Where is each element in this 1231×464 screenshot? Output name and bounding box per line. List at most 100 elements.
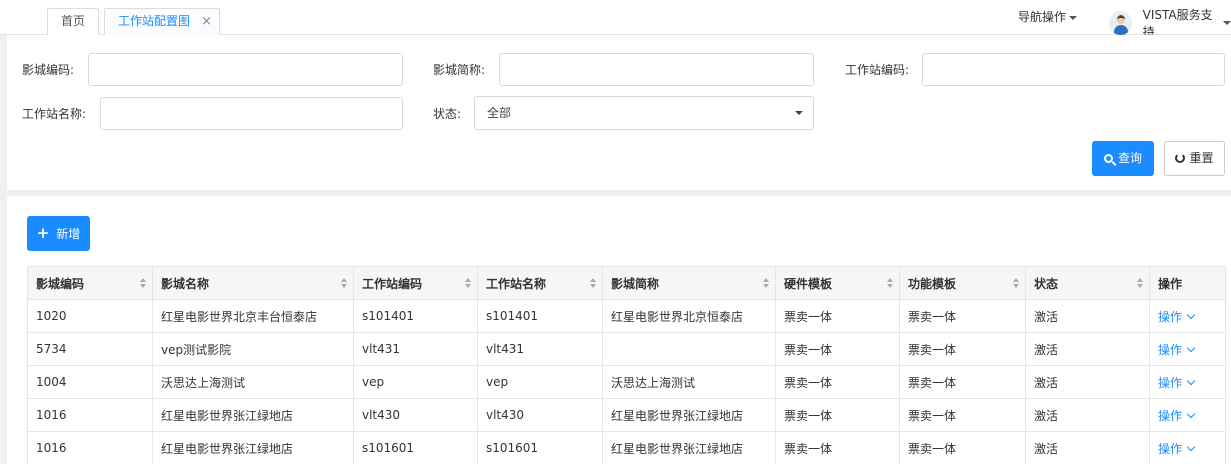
query-button[interactable]: 查询 <box>1092 141 1154 176</box>
column-header[interactable]: 影城简称 <box>602 266 776 300</box>
table-cell: 票卖一体 <box>899 398 1026 432</box>
table-header-row: 影城编码 影城名称 工作站编码 工作站名称 影城简称 硬件模板 功能模板 状态 … <box>27 266 1226 300</box>
top-tab-bar: 首页 工作站配置图 × 导航操作 VISTA服务支持 <box>0 0 1231 39</box>
status-select[interactable]: 全部 <box>474 96 814 130</box>
table-cell: 操作 <box>1149 398 1226 432</box>
close-icon[interactable]: × <box>201 9 212 34</box>
table-cell: vlt430 <box>353 398 478 432</box>
tab-home[interactable]: 首页 <box>47 8 99 35</box>
table-cell: s101601 <box>477 431 603 464</box>
table-cell: 操作 <box>1149 365 1226 399</box>
table-row: 1004 沃思达上海测试 vep vep 沃思达上海测试 票卖一体 票卖一体 激… <box>27 365 1226 399</box>
cinema-code-input[interactable] <box>88 53 403 86</box>
sort-icon[interactable] <box>590 278 596 288</box>
table-cell: 票卖一体 <box>899 365 1026 399</box>
sort-icon[interactable] <box>341 278 347 288</box>
table-cell: 票卖一体 <box>775 398 900 432</box>
tab-station-config-label: 工作站配置图 <box>117 14 190 28</box>
sort-icon[interactable] <box>140 278 146 288</box>
sort-icon[interactable] <box>1013 278 1019 288</box>
add-button-label: 新增 <box>56 227 81 241</box>
table-cell: 5734 <box>27 332 153 366</box>
table-cell: 1004 <box>27 365 153 399</box>
table-cell: 红星电影世界张江绿地店 <box>602 398 776 432</box>
table-cell: 1016 <box>27 431 153 464</box>
tab-home-label: 首页 <box>60 14 85 28</box>
column-header: 操作 <box>1149 266 1226 300</box>
table-cell: 沃思达上海测试 <box>152 365 354 399</box>
status-label: 状态: <box>433 107 462 121</box>
table-cell: 红星电影世界张江绿地店 <box>152 398 354 432</box>
filter-panel: 影城编码: 影城简称: 工作站编码: 工作站名称: 状态: 全部 查询 重置 <box>7 35 1231 190</box>
table-cell: 激活 <box>1025 431 1150 464</box>
table-cell: 票卖一体 <box>899 299 1026 333</box>
table-cell: 激活 <box>1025 332 1150 366</box>
table-cell: 激活 <box>1025 299 1150 333</box>
table-row: 1016 红星电影世界张江绿地店 vlt430 vlt430 红星电影世界张江绿… <box>27 398 1226 432</box>
cinema-code-label: 影城编码: <box>22 63 75 77</box>
table-cell: 激活 <box>1025 398 1150 432</box>
table-cell: 操作 <box>1149 431 1226 464</box>
nav-ops-dropdown[interactable]: 导航操作 <box>1018 8 1078 25</box>
sort-icon[interactable] <box>887 278 893 288</box>
cinema-short-label: 影城简称: <box>433 63 486 77</box>
nav-ops-label: 导航操作 <box>1018 10 1067 24</box>
caret-down-icon <box>795 111 803 115</box>
column-header[interactable]: 影城名称 <box>152 266 354 300</box>
table-cell: 1020 <box>27 299 153 333</box>
status-select-value: 全部 <box>487 106 512 120</box>
chevron-down-icon <box>1186 376 1196 385</box>
caret-down-icon <box>1223 21 1231 25</box>
table-cell: 票卖一体 <box>899 431 1026 464</box>
table-panel: + 新增 影城编码 影城名称 工作站编码 工作站名称 影城简称 硬件模板 功能模板… <box>7 196 1231 464</box>
cinema-short-input[interactable] <box>499 53 814 86</box>
table-cell: 红星电影世界张江绿地店 <box>152 431 354 464</box>
query-button-label: 查询 <box>1117 151 1142 165</box>
sort-icon[interactable] <box>465 278 471 288</box>
table-cell: s101401 <box>353 299 478 333</box>
station-name-input[interactable] <box>100 97 403 130</box>
chevron-down-icon <box>1186 310 1196 319</box>
column-header[interactable]: 影城编码 <box>27 266 153 300</box>
operate-dropdown[interactable]: 操作 <box>1158 376 1196 390</box>
table-cell: 操作 <box>1149 332 1226 366</box>
sort-icon[interactable] <box>1137 278 1143 288</box>
station-code-input[interactable] <box>922 53 1225 86</box>
table-cell: s101401 <box>477 299 603 333</box>
column-header[interactable]: 硬件模板 <box>775 266 900 300</box>
table-cell: 票卖一体 <box>775 332 900 366</box>
table-cell: 沃思达上海测试 <box>602 365 776 399</box>
table-cell: vlt431 <box>477 332 603 366</box>
operate-dropdown[interactable]: 操作 <box>1158 310 1196 324</box>
operate-dropdown[interactable]: 操作 <box>1158 343 1196 357</box>
reset-icon <box>1175 153 1186 163</box>
avatar <box>1109 11 1132 35</box>
sort-icon[interactable] <box>763 278 769 288</box>
search-icon <box>1103 154 1113 163</box>
table-cell: 1016 <box>27 398 153 432</box>
table-cell: 票卖一体 <box>775 299 900 333</box>
table-cell: 票卖一体 <box>775 431 900 464</box>
table-cell: vlt431 <box>353 332 478 366</box>
table-row: 5734 vep测试影院 vlt431 vlt431 票卖一体 票卖一体 激活 … <box>27 332 1226 366</box>
table-row: 1016 红星电影世界张江绿地店 s101601 s101601 红星电影世界张… <box>27 431 1226 464</box>
column-header[interactable]: 状态 <box>1025 266 1150 300</box>
table-row: 1020 红星电影世界北京丰台恒泰店 s101401 s101401 红星电影世… <box>27 299 1226 333</box>
operate-dropdown[interactable]: 操作 <box>1158 409 1196 423</box>
table-cell: 操作 <box>1149 299 1226 333</box>
reset-button[interactable]: 重置 <box>1164 141 1225 176</box>
chevron-down-icon <box>1186 409 1196 418</box>
table-cell <box>602 332 776 366</box>
column-header[interactable]: 功能模板 <box>899 266 1026 300</box>
caret-down-icon <box>1069 15 1078 20</box>
table-cell: 票卖一体 <box>775 365 900 399</box>
add-button[interactable]: + 新增 <box>27 216 90 251</box>
chevron-down-icon <box>1186 442 1196 451</box>
table-cell: vep <box>477 365 603 399</box>
operate-dropdown[interactable]: 操作 <box>1158 442 1196 456</box>
column-header[interactable]: 工作站名称 <box>477 266 603 300</box>
station-table: 影城编码 影城名称 工作站编码 工作站名称 影城简称 硬件模板 功能模板 状态 … <box>27 266 1226 464</box>
column-header[interactable]: 工作站编码 <box>353 266 478 300</box>
tab-station-config[interactable]: 工作站配置图 × <box>104 8 220 35</box>
table-cell: vep测试影院 <box>152 332 354 366</box>
